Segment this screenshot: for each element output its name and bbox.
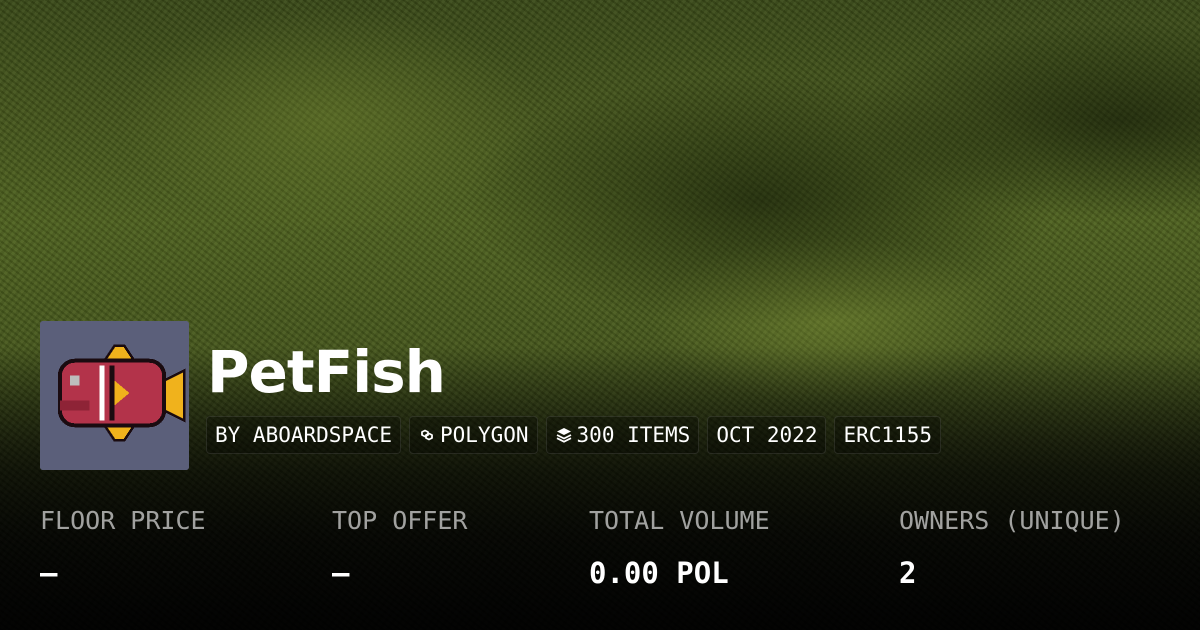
collection-title: PetFish xyxy=(207,338,446,406)
collection-avatar xyxy=(40,321,189,470)
tag-items[interactable]: 300 ITEMS xyxy=(545,416,700,454)
stat-value: 2 xyxy=(899,556,917,590)
tag-chain[interactable]: POLYGON xyxy=(409,416,538,454)
stat-label: TOP OFFER xyxy=(332,506,468,535)
stat-owners: OWNERS (UNIQUE) 2 xyxy=(899,504,1125,592)
pixel-fish-icon xyxy=(40,321,189,470)
tag-chain-label: POLYGON xyxy=(440,423,529,447)
tag-items-label: 300 ITEMS xyxy=(576,423,691,447)
tag-token-standard: ERC1155 xyxy=(834,416,941,454)
tag-creator[interactable]: BY ABOARDSPACE xyxy=(206,416,402,454)
collection-tags: BY ABOARDSPACE POLYGON 300 ITEMS OCT 202… xyxy=(206,416,941,454)
stat-floor-price: FLOOR PRICE – xyxy=(40,504,206,592)
stat-top-offer: TOP OFFER – xyxy=(332,504,467,592)
stack-layers-icon xyxy=(555,426,573,444)
stat-value: 0.00 POL xyxy=(589,556,729,590)
stat-total-volume: TOTAL VOLUME 0.00 POL xyxy=(589,504,770,592)
tag-token-standard-label: ERC1155 xyxy=(843,423,932,447)
tag-created-date-label: OCT 2022 xyxy=(716,423,818,447)
tag-created-date: OCT 2022 xyxy=(707,416,827,454)
stat-value: – xyxy=(332,556,350,590)
stat-value: – xyxy=(40,556,58,590)
tag-creator-label: BY ABOARDSPACE xyxy=(215,423,393,447)
stat-label: OWNERS (UNIQUE) xyxy=(899,506,1125,535)
polygon-chain-icon xyxy=(418,426,436,444)
stat-label: TOTAL VOLUME xyxy=(589,506,770,535)
stat-label: FLOOR PRICE xyxy=(40,506,206,535)
